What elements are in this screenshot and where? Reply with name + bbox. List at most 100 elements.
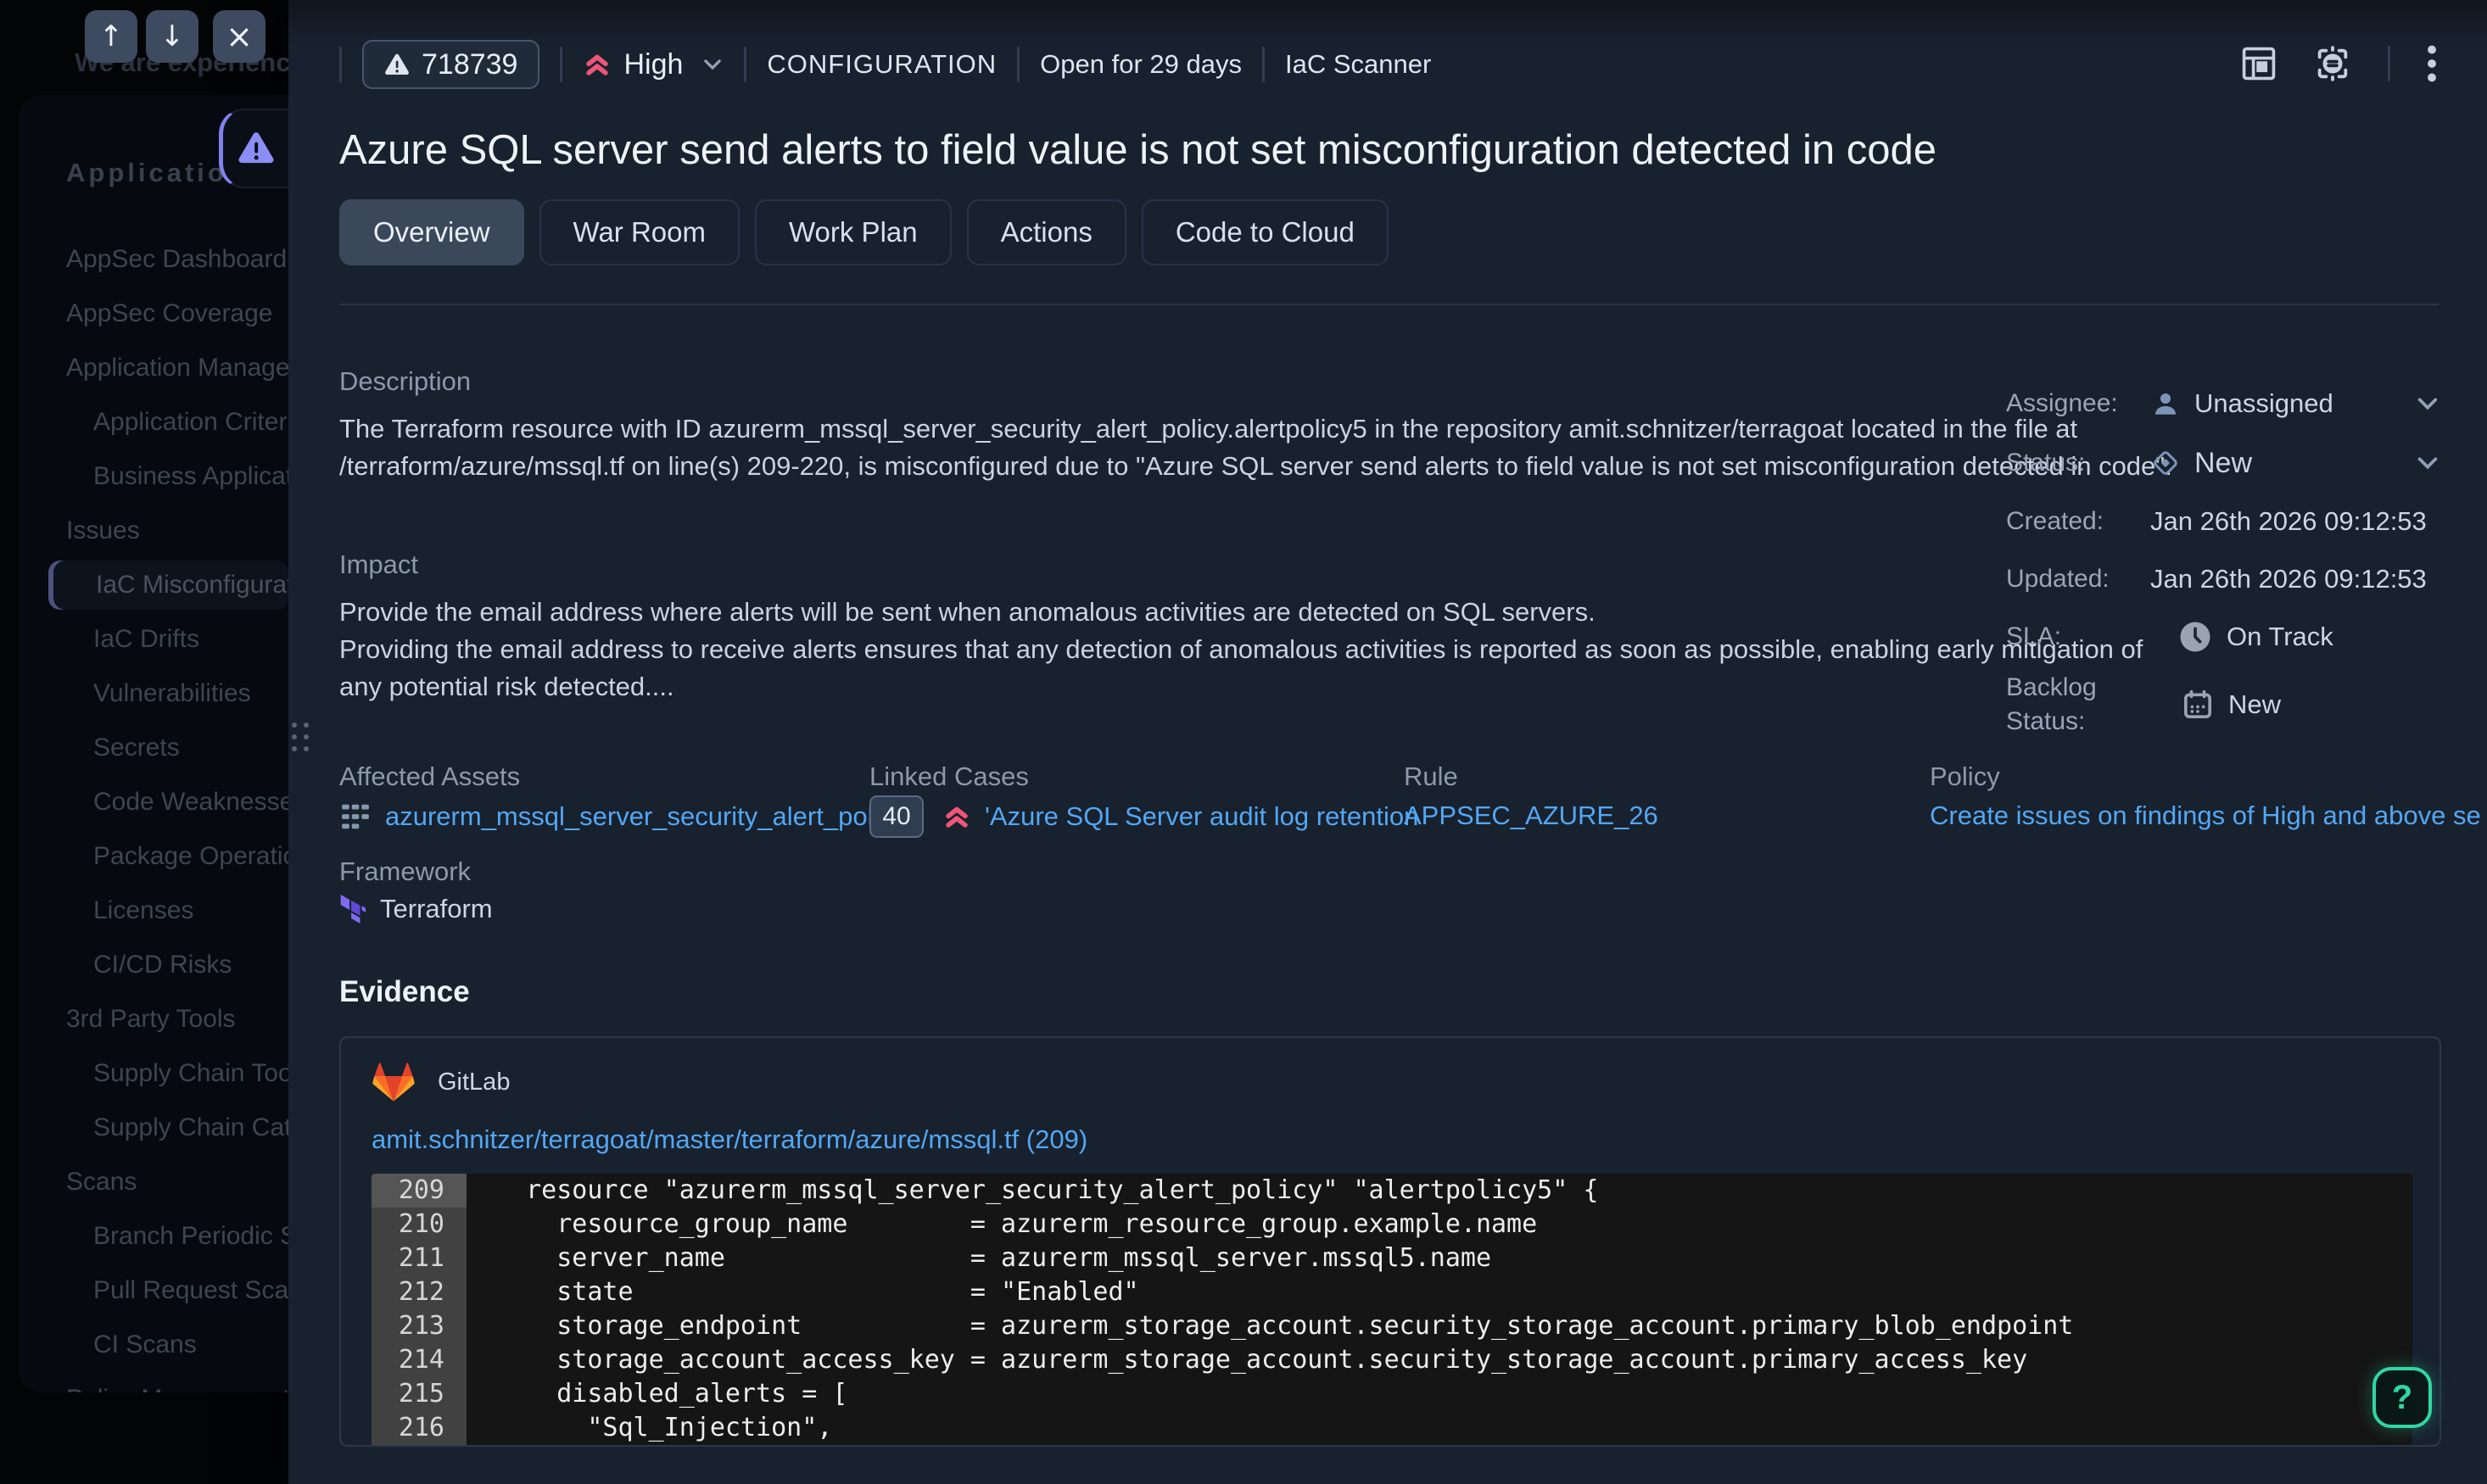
updated-row: Updated: Jan 26th 2026 09:12:53 bbox=[2006, 558, 2440, 600]
help-button[interactable]: ? bbox=[2372, 1367, 2432, 1428]
sidebar-item[interactable]: Policy Management bbox=[19, 1372, 288, 1392]
sidebar-item[interactable]: Licenses bbox=[19, 884, 288, 938]
sidebar-item[interactable]: Vulnerabilities bbox=[19, 667, 288, 721]
sidebar-item[interactable]: Package Operational bbox=[19, 829, 288, 884]
sidebar-item[interactable]: IaC Misconfiguration bbox=[48, 561, 288, 610]
sidebar-item[interactable]: Supply Chain Catalog bbox=[19, 1101, 288, 1155]
framework-value: Terraform bbox=[380, 894, 493, 924]
assignee-value[interactable]: Unassigned bbox=[2150, 388, 2333, 419]
status-row: Status: New bbox=[2006, 441, 2440, 485]
warning-triangle-icon bbox=[384, 53, 410, 76]
status-label: Status: bbox=[2006, 449, 2150, 477]
sidebar-panel: Application Security AppSec Dashboard Ap… bbox=[19, 95, 288, 1392]
gitlab-icon bbox=[372, 1062, 416, 1102]
status-text: New bbox=[2194, 447, 2252, 480]
evidence-heading: Evidence bbox=[339, 975, 470, 1009]
backlog-status-label: Backlog Status: bbox=[2006, 671, 2150, 739]
sidebar-item-label: Branch Periodic Scans bbox=[93, 1209, 288, 1264]
sidebar-item[interactable]: Application Management bbox=[19, 341, 288, 395]
code-line: 211 server_name = azurerm_mssql_server.m… bbox=[372, 1241, 2412, 1275]
sidebar: We are experiencing a pr Application Sec… bbox=[0, 0, 288, 1484]
separator bbox=[2388, 46, 2390, 81]
detail-tabs: Overview War Room Work Plan Actions Code… bbox=[339, 199, 1389, 265]
scan-focus-icon[interactable] bbox=[2313, 44, 2352, 83]
chevron-down-icon[interactable] bbox=[2415, 391, 2440, 416]
linked-case-link[interactable]: 'Azure SQL Server audit log retention bbox=[985, 801, 1418, 832]
help-icon: ? bbox=[2392, 1379, 2412, 1417]
code-block[interactable]: 209 resource "azurerm_mssql_server_secur… bbox=[372, 1174, 2412, 1447]
issue-detail-drawer: 718739 High CONFIGURATION Open for 29 da… bbox=[288, 0, 2487, 1484]
affected-asset[interactable]: azurerm_mssql_server_security_alert_poli… bbox=[339, 801, 905, 833]
code-line-text: "Sql_Injection", bbox=[467, 1411, 832, 1445]
separator bbox=[560, 47, 562, 82]
chevron-down-icon[interactable] bbox=[2415, 450, 2440, 476]
app-root: We are experiencing a pr Application Sec… bbox=[0, 0, 2487, 1484]
code-line-number: 211 bbox=[372, 1241, 467, 1275]
linked-case: 40 'Azure SQL Server audit log retention bbox=[869, 795, 1418, 838]
severity-high-icon bbox=[583, 50, 612, 79]
down-arrow-icon: ↓ bbox=[160, 20, 185, 53]
sidebar-item[interactable]: CI Scans bbox=[19, 1318, 288, 1372]
rule-label: Rule bbox=[1404, 762, 1458, 792]
code-line-number: 209 bbox=[372, 1174, 467, 1208]
sidebar-item[interactable]: Secrets bbox=[19, 721, 288, 775]
tab[interactable]: Code to Cloud bbox=[1142, 199, 1389, 265]
up-arrow-icon: ↑ bbox=[99, 20, 124, 53]
sidebar-item[interactable]: Business Applications bbox=[19, 449, 288, 504]
sidebar-item[interactable]: IaC Drifts bbox=[19, 612, 288, 667]
sidebar-item-label: Business Applications bbox=[93, 449, 288, 504]
linked-cases-count-badge[interactable]: 40 bbox=[869, 795, 924, 838]
framework-label: Framework bbox=[339, 856, 471, 887]
evidence-file-link[interactable]: amit.schnitzer/terragoat/master/terrafor… bbox=[372, 1124, 1087, 1155]
sidebar-item-label: Package Operational bbox=[93, 829, 288, 884]
sidebar-item[interactable]: Supply Chain Tools bbox=[19, 1046, 288, 1101]
sla-label: SLA: bbox=[2006, 622, 2150, 651]
prev-issue-button[interactable]: ↑ bbox=[85, 10, 137, 63]
panel-resize-handle[interactable] bbox=[292, 722, 309, 751]
sidebar-item-label: Supply Chain Tools bbox=[93, 1046, 288, 1101]
framework-value-wrap: Terraform bbox=[339, 894, 493, 924]
sidebar-item[interactable]: Pull Request Scans bbox=[19, 1264, 288, 1318]
layout-panel-icon[interactable] bbox=[2240, 45, 2277, 82]
created-label: Created: bbox=[2006, 507, 2150, 536]
close-drawer-button[interactable]: × bbox=[213, 10, 265, 63]
policy-label: Policy bbox=[1930, 762, 2000, 792]
sidebar-item-label: IaC Misconfiguration bbox=[96, 561, 288, 610]
sidebar-item[interactable]: 3rd Party Tools bbox=[19, 992, 288, 1046]
sidebar-item[interactable]: Scans bbox=[19, 1155, 288, 1209]
severity-high-icon bbox=[942, 802, 971, 831]
tab-label: Overview bbox=[373, 216, 490, 248]
policy-link[interactable]: Create issues on findings of High and ab… bbox=[1930, 801, 2481, 831]
issues-drawer-tab[interactable] bbox=[219, 109, 288, 188]
impact-paragraph-1: Provide the email address where alerts w… bbox=[339, 594, 2188, 631]
tab[interactable]: Overview bbox=[339, 199, 524, 265]
sidebar-item[interactable]: Application Criteria bbox=[19, 395, 288, 449]
provider-name: GitLab bbox=[438, 1068, 510, 1096]
sidebar-item[interactable]: Issues bbox=[19, 504, 288, 558]
sidebar-item-label: Policy Management bbox=[66, 1372, 288, 1392]
sidebar-item[interactable]: CI/CD Risks bbox=[19, 938, 288, 992]
tab[interactable]: Actions bbox=[967, 199, 1126, 265]
separator bbox=[744, 47, 746, 82]
tab[interactable]: War Room bbox=[539, 199, 740, 265]
rule-link[interactable]: APPSEC_AZURE_26 bbox=[1404, 801, 1658, 831]
assignee-text: Unassigned bbox=[2194, 388, 2333, 419]
backlog-status-value: New bbox=[2228, 689, 2281, 720]
sidebar-item[interactable]: AppSec Coverage bbox=[19, 287, 288, 341]
next-issue-button[interactable]: ↓ bbox=[146, 10, 198, 63]
separator bbox=[339, 47, 342, 82]
code-line: 215 disabled_alerts = [ bbox=[372, 1377, 2412, 1411]
status-value[interactable]: New bbox=[2150, 447, 2252, 480]
kebab-menu-icon[interactable] bbox=[2426, 44, 2438, 83]
code-line-number: 214 bbox=[372, 1343, 467, 1377]
issue-id-badge[interactable]: 718739 bbox=[362, 40, 539, 89]
sidebar-item-label: Licenses bbox=[93, 884, 193, 938]
sidebar-item[interactable]: Code Weaknesses bbox=[19, 775, 288, 829]
affected-asset-link[interactable]: azurerm_mssql_server_security_alert_poli… bbox=[385, 801, 905, 832]
sidebar-item[interactable]: Branch Periodic Scans bbox=[19, 1209, 288, 1264]
sla-row: SLA: On Track bbox=[2006, 614, 2440, 660]
severity-dropdown[interactable]: High bbox=[583, 48, 724, 81]
tab[interactable]: Work Plan bbox=[755, 199, 952, 265]
sidebar-item[interactable]: AppSec Dashboard bbox=[19, 232, 288, 287]
sidebar-item-label: Secrets bbox=[93, 721, 180, 775]
